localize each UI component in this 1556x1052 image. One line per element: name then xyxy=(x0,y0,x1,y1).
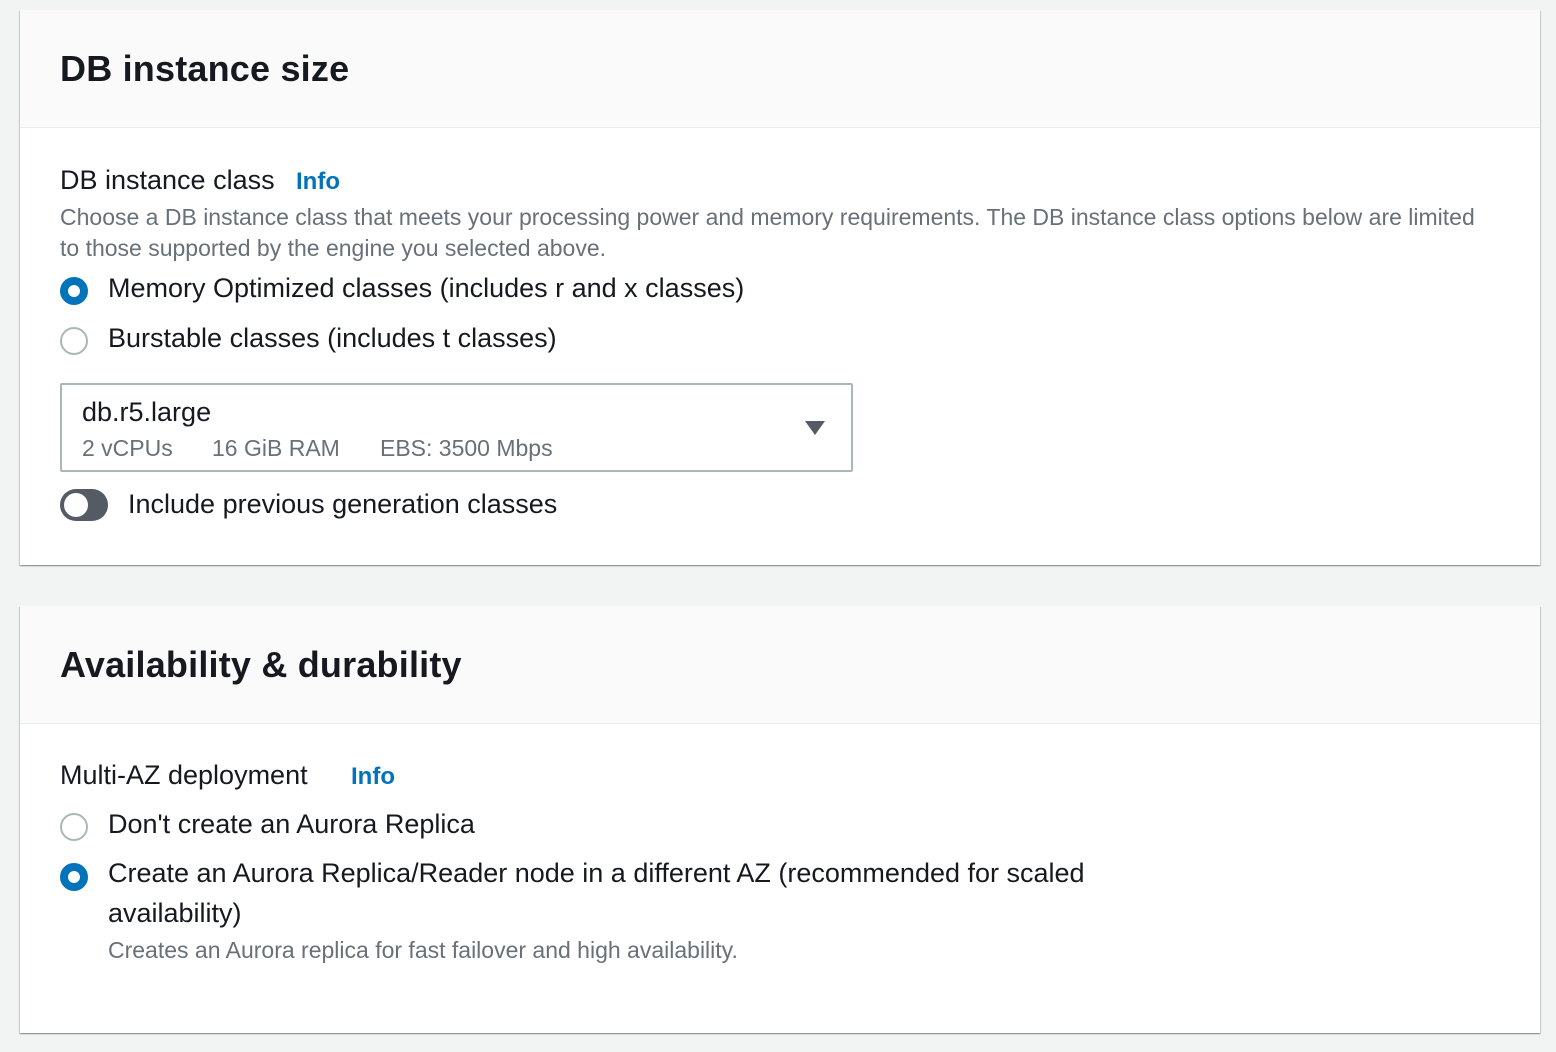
panel-header: Availability & durability xyxy=(20,606,1540,724)
multi-az-info-link[interactable]: Info xyxy=(351,763,395,791)
radio-button-checked[interactable] xyxy=(60,863,88,891)
db-instance-class-info-link[interactable]: Info xyxy=(296,168,340,196)
panel-header: DB instance size xyxy=(20,10,1540,128)
toggle-knob xyxy=(64,493,88,517)
selected-class-vcpus: 2 vCPUs xyxy=(82,435,173,461)
radio-description: Creates an Aurora replica for fast failo… xyxy=(108,937,738,963)
instance-class-select[interactable]: db.r5.large 2 vCPUs 16 GiB RAM EBS: 3500… xyxy=(60,383,853,472)
selected-class-ram: 16 GiB RAM xyxy=(212,435,340,461)
previous-generation-toggle[interactable] xyxy=(60,489,108,521)
panel-title: Availability & durability xyxy=(60,644,462,685)
radio-label: Burstable classes (includes t classes) xyxy=(108,323,557,353)
availability-durability-panel: Availability & durability Multi-AZ deplo… xyxy=(20,606,1540,1033)
radio-label: Don't create an Aurora Replica xyxy=(108,809,475,839)
caret-down-icon xyxy=(805,421,825,435)
radio-label: Create an Aurora Replica/Reader node in … xyxy=(108,858,1085,928)
previous-generation-toggle-label: Include previous generation classes xyxy=(128,489,558,519)
panel-title: DB instance size xyxy=(60,48,350,89)
radio-button[interactable] xyxy=(60,813,88,841)
selected-class-ebs: EBS: 3500 Mbps xyxy=(380,435,553,461)
radio-label: Memory Optimized classes (includes r and… xyxy=(108,273,745,303)
db-instance-class-description: Choose a DB instance class that meets yo… xyxy=(60,204,1475,261)
radio-button-checked[interactable] xyxy=(60,277,88,305)
db-instance-class-label: DB instance class xyxy=(60,165,275,195)
db-instance-size-panel: DB instance size DB instance class Info … xyxy=(20,10,1540,565)
radio-button[interactable] xyxy=(60,327,88,355)
selected-class-name: db.r5.large xyxy=(82,397,212,427)
multi-az-label: Multi-AZ deployment xyxy=(60,760,308,790)
